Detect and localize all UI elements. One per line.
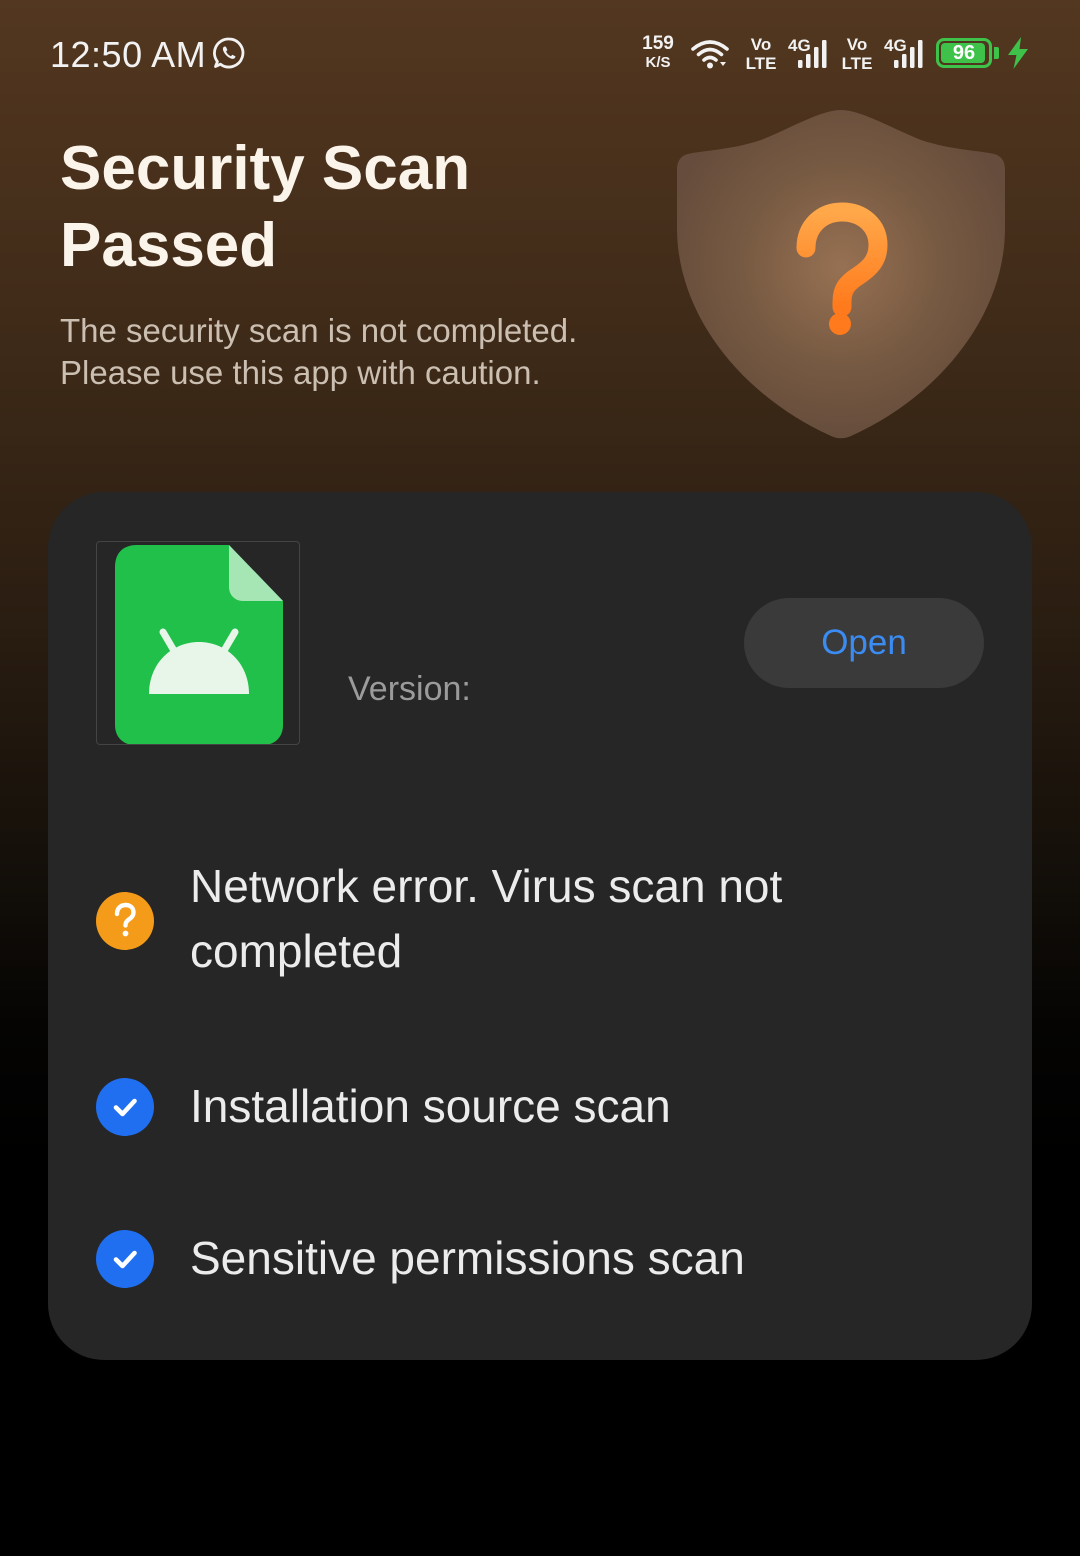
battery-icon: 96 (936, 38, 992, 68)
volte-badge-sim2: Vo LTE (840, 36, 874, 72)
battery-level: 96 (952, 42, 976, 64)
signal-bars-icon (894, 40, 923, 68)
shield-question-icon (677, 110, 1005, 439)
signal-icon-sim2: 4G (882, 36, 928, 72)
network-speed-value: 159 (642, 33, 674, 54)
volte-lte-sim1: LTE (745, 54, 777, 73)
network-speed: 159 K/S (640, 34, 676, 70)
signal-bars-icon (798, 40, 827, 68)
status-time: 12:50 AM (50, 34, 207, 75)
page-title: Security Scan Passed (60, 134, 471, 280)
volte-vo-sim2: Vo (846, 35, 868, 54)
version-label: Version: (348, 670, 471, 708)
scan-result-virus: Network error. Virus scan not completed (96, 854, 976, 994)
network-speed-unit: K/S (645, 54, 671, 71)
question-circle-icon (96, 892, 154, 950)
app-icon (96, 541, 300, 745)
app-scan-card: Version: Open Network error. Virus scan … (48, 492, 1032, 1360)
volte-lte-sim2: LTE (841, 54, 873, 73)
scan-result-label: Network error. Virus scan not completed (190, 860, 783, 977)
check-circle-icon (96, 1078, 154, 1136)
scan-result-installation-source: Installation source scan (96, 1074, 976, 1139)
scan-result-label: Sensitive permissions scan (190, 1232, 745, 1284)
wifi-icon (691, 40, 729, 69)
page-subtitle: The security scan is not completed. Plea… (60, 312, 578, 391)
status-bar: 12:50 AM 159 K/S Vo LTE 4G Vo LTE 4G 96 (0, 0, 1080, 110)
open-button[interactable]: Open (744, 598, 984, 688)
whatsapp-icon (213, 37, 245, 69)
battery-tip (994, 47, 999, 59)
android-apk-file-icon (115, 545, 283, 744)
volte-vo-sim1: Vo (750, 35, 772, 54)
signal-icon-sim1: 4G (786, 36, 832, 72)
scan-result-label: Installation source scan (190, 1080, 671, 1132)
charging-icon (1008, 37, 1028, 69)
volte-badge-sim1: Vo LTE (744, 36, 778, 72)
scan-result-sensitive-permissions: Sensitive permissions scan (96, 1226, 976, 1291)
check-circle-icon (96, 1230, 154, 1288)
